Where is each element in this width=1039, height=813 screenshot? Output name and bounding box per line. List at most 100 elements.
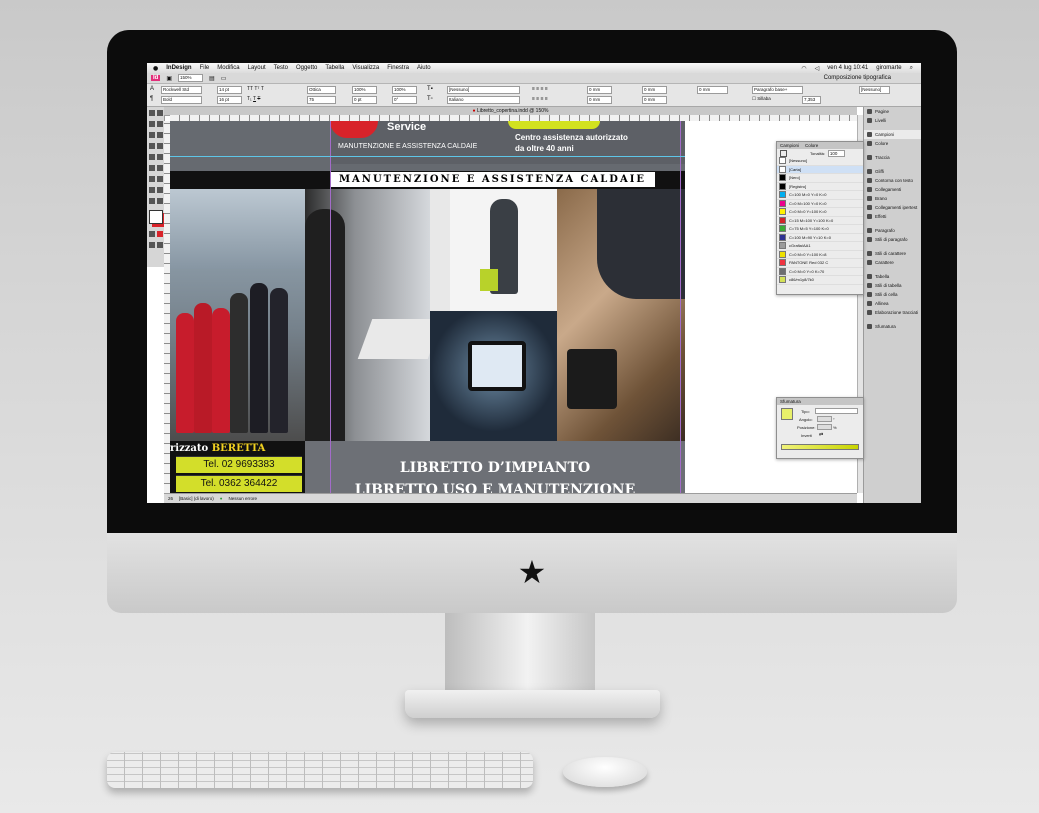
uppercase-button[interactable]: TT Tᵀ T [247, 86, 264, 92]
panel-item-hyperlinks[interactable]: Collegamenti ipertest [864, 203, 921, 212]
rectangle-tool-icon[interactable] [157, 154, 163, 160]
vertical-scale-field[interactable]: 100% [352, 86, 377, 94]
gradient-angle-field[interactable] [817, 416, 832, 422]
preflight-profile[interactable]: [Basic] (di lavoro) [179, 496, 214, 501]
panel-item-pathfinder[interactable]: Elaborazione tracciati [864, 308, 921, 317]
swatch-row[interactable]: C=0 M=0 Y=0 K=70 [777, 267, 863, 276]
volume-icon[interactable]: ◁ [815, 65, 820, 72]
baseline-shift-field[interactable]: 0 pt [352, 96, 377, 104]
direct-selection-tool-icon[interactable] [157, 110, 163, 116]
pencil-tool-icon[interactable] [157, 143, 163, 149]
tab-color[interactable]: Colore [805, 142, 818, 149]
panel-item-paragraph[interactable]: Paragrafo [864, 226, 921, 235]
preflight-status[interactable]: Nessun errore [229, 496, 258, 501]
font-style-field[interactable]: Bold [161, 96, 202, 104]
selection-tool-icon[interactable] [149, 110, 155, 116]
rectangle-frame-tool-icon[interactable] [149, 154, 155, 160]
page-number-field[interactable]: 26 [168, 496, 173, 501]
panel-item-character-styles[interactable]: Stili di carattere [864, 249, 921, 258]
gradient-ramp[interactable] [781, 444, 859, 450]
analyzer-device-photo[interactable] [430, 311, 557, 441]
zoom-tool-icon[interactable] [157, 198, 163, 204]
hyphenate-checkbox[interactable]: ☐ Sillaba [752, 96, 771, 102]
worker-photo[interactable] [450, 189, 557, 311]
gradient-type-select[interactable] [815, 408, 858, 414]
kerning-field[interactable]: Ottica [307, 86, 336, 94]
menu-oggetto[interactable]: Oggetto [296, 65, 317, 71]
leading-field[interactable]: 16 pt [217, 96, 242, 104]
menu-testo[interactable]: Testo [274, 65, 288, 71]
column-style-field[interactable]: [Nessuno] [859, 86, 890, 94]
menu-modifica[interactable]: Modifica [217, 65, 239, 71]
panel-item-paragraph-styles[interactable]: Stili di paragrafo [864, 235, 921, 244]
eyedropper-tool-icon[interactable] [157, 187, 163, 193]
swatch-row[interactable]: C=15 M=100 Y=100 K=0 [777, 216, 863, 225]
character-style-field[interactable]: [Nessuno] [447, 86, 520, 94]
fill-swatch-icon[interactable] [780, 149, 787, 157]
page-tool-icon[interactable] [149, 121, 155, 127]
clock[interactable]: ven 4 lug 10:41 [827, 65, 868, 72]
note-tool-icon[interactable] [149, 187, 155, 193]
spotlight-search-icon[interactable]: ⌕ [910, 65, 913, 72]
bridge-icon[interactable]: ▣ [166, 75, 172, 82]
panel-item-story[interactable]: Brano [864, 194, 921, 203]
character-mode-icon[interactable]: A [150, 86, 154, 92]
swatch-row[interactable]: cGrafia/AA1 [777, 242, 863, 251]
panel-item-glyphs[interactable]: Gliffi [864, 167, 921, 176]
menu-app-name[interactable]: InDesign [166, 65, 191, 71]
leading-right-field[interactable]: 7,353 [802, 96, 821, 104]
panel-item-stroke[interactable]: Traccia [864, 153, 921, 162]
menu-layout[interactable]: Layout [248, 65, 266, 71]
panel-item-color[interactable]: Colore [864, 139, 921, 148]
hand-tool-icon[interactable] [149, 198, 155, 204]
gradient-tool-icon[interactable] [149, 176, 155, 182]
menu-aiuto[interactable]: Aiuto [417, 65, 431, 71]
panel-item-align[interactable]: Allinea [864, 299, 921, 308]
gap-tool-icon[interactable] [157, 121, 163, 127]
close-tab-icon[interactable]: ● [473, 108, 476, 114]
panel-item-cell-styles[interactable]: Stili di cella [864, 290, 921, 299]
swatch-row[interactable]: C=0 M=100 Y=0 K=0 [777, 199, 863, 208]
gradient-location-field[interactable] [817, 424, 832, 430]
gradient-feather-tool-icon[interactable] [157, 176, 163, 182]
panel-item-effects[interactable]: Effetti [864, 212, 921, 221]
align-buttons[interactable]: ≡ ≡ ≡ ≡ [532, 86, 548, 92]
fill-stroke-swatch-icon[interactable] [149, 210, 163, 224]
type-tool-icon[interactable] [149, 132, 155, 138]
menu-tabella[interactable]: Tabella [325, 65, 344, 71]
swatch-row[interactable]: C=0 M=0 Y=100 K=8 [777, 250, 863, 259]
workspace-switcher[interactable]: Composizione tipografica [824, 75, 921, 81]
menu-visualizza[interactable]: Visualizza [352, 65, 379, 71]
panel-item-pages[interactable]: Pagine [864, 107, 921, 116]
drop-cap-field[interactable]: 0 mm [697, 86, 728, 94]
panel-item-text-wrap[interactable]: Contorna con testo [864, 176, 921, 185]
title-strip-text[interactable]: MANUTENZIONE E ASSISTENZA CALDAIE [330, 172, 655, 187]
normal-view-icon[interactable] [149, 242, 155, 248]
horizontal-scale-field[interactable]: 100% [392, 86, 417, 94]
panel-item-swatches[interactable]: Campioni [864, 130, 921, 139]
language-field[interactable]: Italiano [447, 96, 520, 104]
tint-field[interactable]: 100 [827, 149, 845, 157]
pen-tool-icon[interactable] [149, 143, 155, 149]
libretto-title[interactable]: LIBRETTO D’IMPIANTO LIBRETTO USO E MANUT… [305, 457, 685, 493]
swatch-row[interactable]: PANTONE Red 032 C [777, 259, 863, 268]
panel-item-table[interactable]: Tabella [864, 272, 921, 281]
swatch-row[interactable]: C=100 M=90 Y=10 K=0 [777, 233, 863, 242]
preview-view-icon[interactable] [157, 242, 163, 248]
panel-item-gradient[interactable]: Sfumatura [864, 322, 921, 331]
swatch-row[interactable]: C=75 M=5 Y=100 K=0 [777, 225, 863, 234]
justify-buttons[interactable]: ≡ ≡ ≡ ≡ [532, 96, 548, 102]
apply-none-icon[interactable] [157, 231, 163, 237]
free-transform-tool-icon[interactable] [157, 165, 163, 171]
swatch-row[interactable]: C=0 M=0 Y=100 K=0 [777, 208, 863, 217]
swatch-row[interactable]: c86/m1y8/7k0 [777, 276, 863, 285]
panel-item-table-styles[interactable]: Stili di tabella [864, 281, 921, 290]
space-after-field[interactable]: 0 mm [642, 96, 667, 104]
hands-analyzer-photo[interactable] [557, 189, 685, 441]
fill-color-icon[interactable]: T▪ [427, 86, 433, 92]
tab-swatches[interactable]: Campioni [780, 142, 799, 149]
font-size-field[interactable]: 14 pt [217, 86, 242, 94]
screen-mode-icon[interactable]: ▭ [221, 75, 227, 82]
apply-color-icon[interactable] [149, 231, 155, 237]
menu-finestra[interactable]: Finestra [387, 65, 409, 71]
